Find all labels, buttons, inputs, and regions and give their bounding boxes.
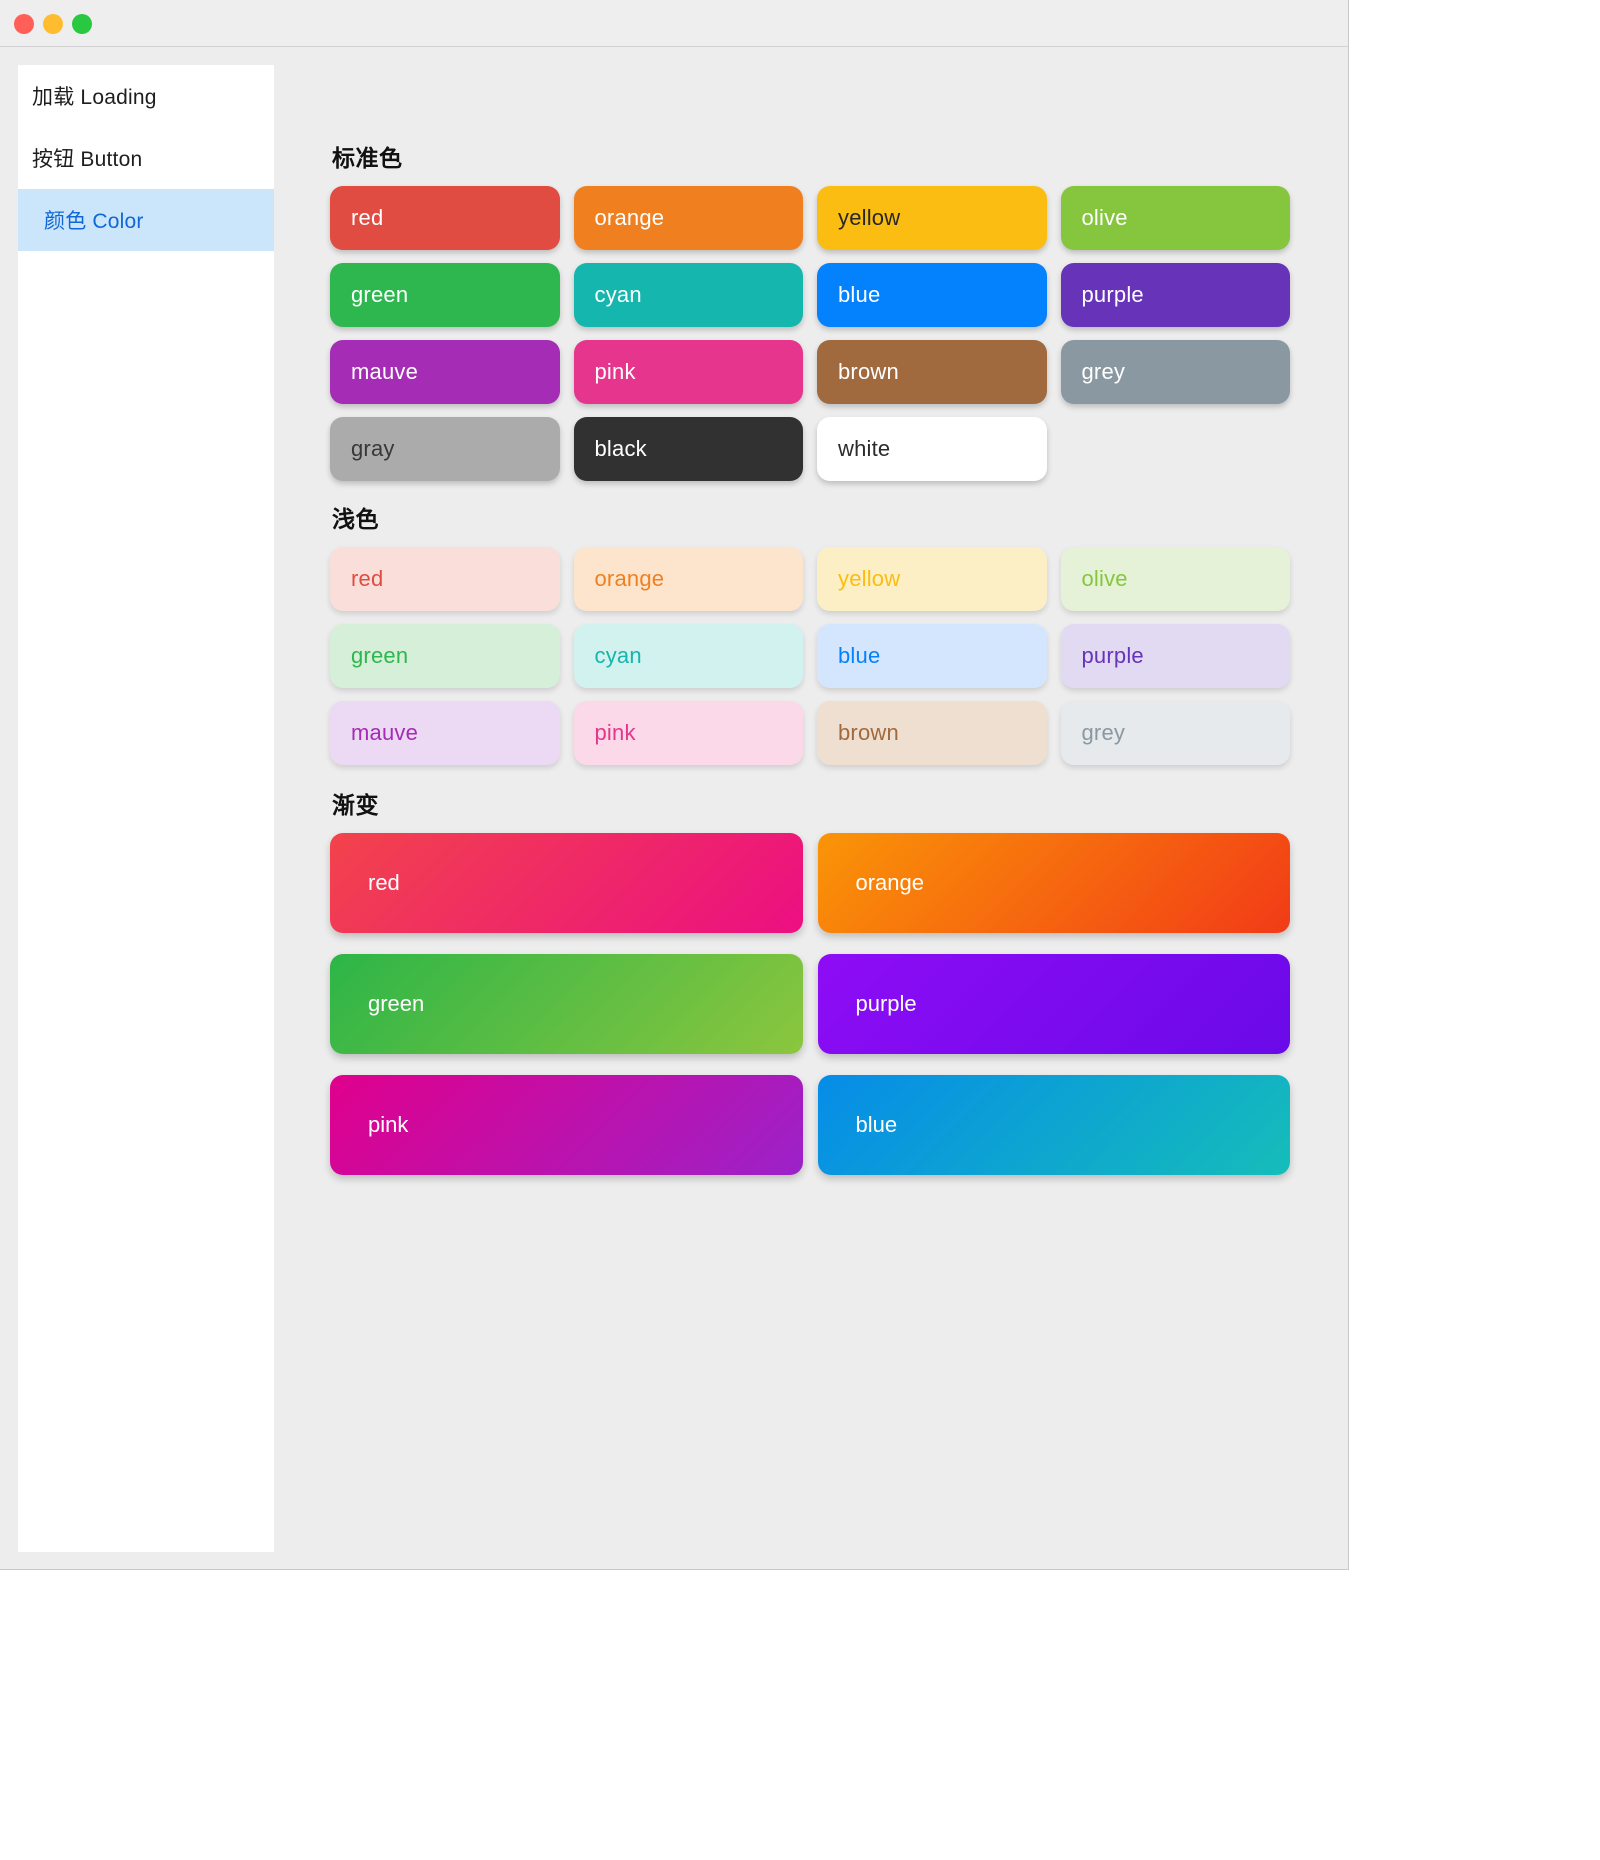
color-swatch-blue[interactable]: blue bbox=[817, 263, 1047, 327]
sidebar-item-label: 颜色 Color bbox=[44, 210, 144, 233]
gradient-swatch-blue[interactable]: blue bbox=[817, 1075, 1290, 1175]
color-swatch-red[interactable]: red bbox=[330, 186, 560, 250]
color-swatch-label: blue bbox=[838, 282, 881, 307]
app-window: 加载 Loading 按钮 Button 颜色 Color 标准色 red orang… bbox=[0, 0, 1349, 1570]
maximize-window-button[interactable] bbox=[72, 13, 92, 34]
section-title-light: 浅色 bbox=[332, 506, 379, 532]
section-title-standard: 标准色 bbox=[332, 145, 403, 171]
color-swatch-label: cyan bbox=[594, 643, 642, 668]
sidebar-item-2[interactable]: 按钮 Button bbox=[18, 127, 274, 189]
color-swatch-label: red bbox=[351, 205, 384, 230]
gradient-swatch-label: purple bbox=[855, 991, 917, 1016]
color-swatch-red[interactable]: red bbox=[330, 547, 560, 611]
color-swatch-olive[interactable]: olive bbox=[1060, 547, 1290, 611]
gradient-swatch-label: blue bbox=[855, 1112, 898, 1137]
color-swatch-label: black bbox=[594, 436, 647, 461]
color-swatch-label: yellow bbox=[838, 566, 901, 591]
gradient-swatch-label: green bbox=[368, 991, 425, 1016]
color-swatch-label: red bbox=[351, 566, 384, 591]
color-swatch-cyan[interactable]: cyan bbox=[573, 263, 803, 327]
color-swatch-label: orange bbox=[594, 205, 665, 230]
section-standard-colors: 标准色 red orange yellow olive green cyan blue pur… bbox=[330, 47, 1290, 481]
color-swatch-label: brown bbox=[838, 359, 899, 384]
sidebar-item-label: 加载 Loading bbox=[32, 86, 157, 109]
color-swatch-orange[interactable]: orange bbox=[573, 547, 803, 611]
color-swatch-olive[interactable]: olive bbox=[1060, 186, 1290, 250]
color-swatch-yellow[interactable]: yellow bbox=[817, 186, 1047, 250]
color-swatch-label: gray bbox=[351, 436, 395, 461]
close-window-button[interactable] bbox=[14, 13, 34, 34]
gradient-swatch-label: red bbox=[368, 870, 400, 895]
color-swatch-purple[interactable]: purple bbox=[1060, 263, 1290, 327]
color-swatch-label: mauve bbox=[351, 720, 419, 745]
sidebar-item-label: 按钮 Button bbox=[32, 148, 143, 171]
gradient-color-grid: red orange green purple pink blue bbox=[330, 833, 1290, 1175]
color-swatch-label: grey bbox=[1081, 359, 1126, 384]
light-color-grid: red orange yellow olive green cyan blue purple m… bbox=[330, 547, 1290, 765]
sidebar-item-1[interactable]: 加载 Loading bbox=[18, 65, 274, 127]
color-swatch-brown[interactable]: brown bbox=[817, 340, 1047, 404]
gradient-swatch-label: orange bbox=[855, 870, 925, 895]
sidebar: 加载 Loading 按钮 Button 颜色 Color bbox=[18, 65, 274, 1552]
color-swatch-label: green bbox=[351, 282, 409, 307]
color-swatch-label: mauve bbox=[351, 359, 419, 384]
section-light-colors: 浅色 red orange yellow olive green cyan blue purp… bbox=[330, 481, 1290, 765]
color-swatch-blue[interactable]: blue bbox=[817, 624, 1047, 688]
color-swatch-label: cyan bbox=[594, 282, 642, 307]
gradient-swatch-green[interactable]: green bbox=[330, 954, 803, 1054]
main-content: 标准色 red orange yellow olive green cyan blue pur… bbox=[274, 47, 1348, 1569]
color-swatch-cyan[interactable]: cyan bbox=[573, 624, 803, 688]
traffic-light-group bbox=[14, 0, 92, 47]
color-swatch-gray[interactable]: gray bbox=[330, 417, 560, 481]
section-gradient-colors: 渐变 red orange green purple pink blue bbox=[330, 765, 1290, 1175]
color-swatch-label: pink bbox=[594, 720, 636, 745]
gradient-swatch-purple[interactable]: purple bbox=[817, 954, 1290, 1054]
color-swatch-grey[interactable]: grey bbox=[1060, 340, 1290, 404]
color-swatch-label: olive bbox=[1081, 566, 1128, 591]
color-swatch-orange[interactable]: orange bbox=[573, 186, 803, 250]
color-swatch-label: olive bbox=[1081, 205, 1128, 230]
gradient-swatch-orange[interactable]: orange bbox=[817, 833, 1290, 933]
color-swatch-green[interactable]: green bbox=[330, 624, 560, 688]
window-titlebar bbox=[0, 0, 1348, 47]
sidebar-item-3[interactable]: 颜色 Color bbox=[18, 189, 274, 251]
gradient-swatch-label: pink bbox=[368, 1112, 409, 1137]
minimize-window-button[interactable] bbox=[43, 13, 63, 34]
section-title-gradient: 渐变 bbox=[332, 792, 379, 818]
color-swatch-label: orange bbox=[594, 566, 665, 591]
window-body: 加载 Loading 按钮 Button 颜色 Color 标准色 red orang… bbox=[0, 47, 1348, 1569]
color-swatch-label: green bbox=[351, 643, 409, 668]
color-swatch-mauve[interactable]: mauve bbox=[330, 340, 560, 404]
color-swatch-pink[interactable]: pink bbox=[573, 340, 803, 404]
color-swatch-grey[interactable]: grey bbox=[1060, 701, 1290, 765]
color-swatch-label: pink bbox=[594, 359, 636, 384]
gradient-swatch-pink[interactable]: pink bbox=[330, 1075, 803, 1175]
color-swatch-purple[interactable]: purple bbox=[1060, 624, 1290, 688]
color-swatch-label: blue bbox=[838, 643, 881, 668]
color-swatch-black[interactable]: black bbox=[573, 417, 803, 481]
color-swatch-label: purple bbox=[1081, 282, 1144, 307]
color-swatch-mauve[interactable]: mauve bbox=[330, 701, 560, 765]
color-swatch-pink[interactable]: pink bbox=[573, 701, 803, 765]
color-swatch-label: brown bbox=[838, 720, 899, 745]
color-swatch-label: yellow bbox=[838, 205, 901, 230]
color-swatch-label: white bbox=[838, 436, 891, 461]
color-swatch-yellow[interactable]: yellow bbox=[817, 547, 1047, 611]
color-swatch-green[interactable]: green bbox=[330, 263, 560, 327]
color-swatch-brown[interactable]: brown bbox=[817, 701, 1047, 765]
color-swatch-label: grey bbox=[1081, 720, 1126, 745]
color-swatch-white[interactable]: white bbox=[817, 417, 1047, 481]
gradient-swatch-red[interactable]: red bbox=[330, 833, 803, 933]
standard-color-grid: red orange yellow olive green cyan blue purple m… bbox=[330, 186, 1290, 481]
color-swatch-label: purple bbox=[1081, 643, 1144, 668]
